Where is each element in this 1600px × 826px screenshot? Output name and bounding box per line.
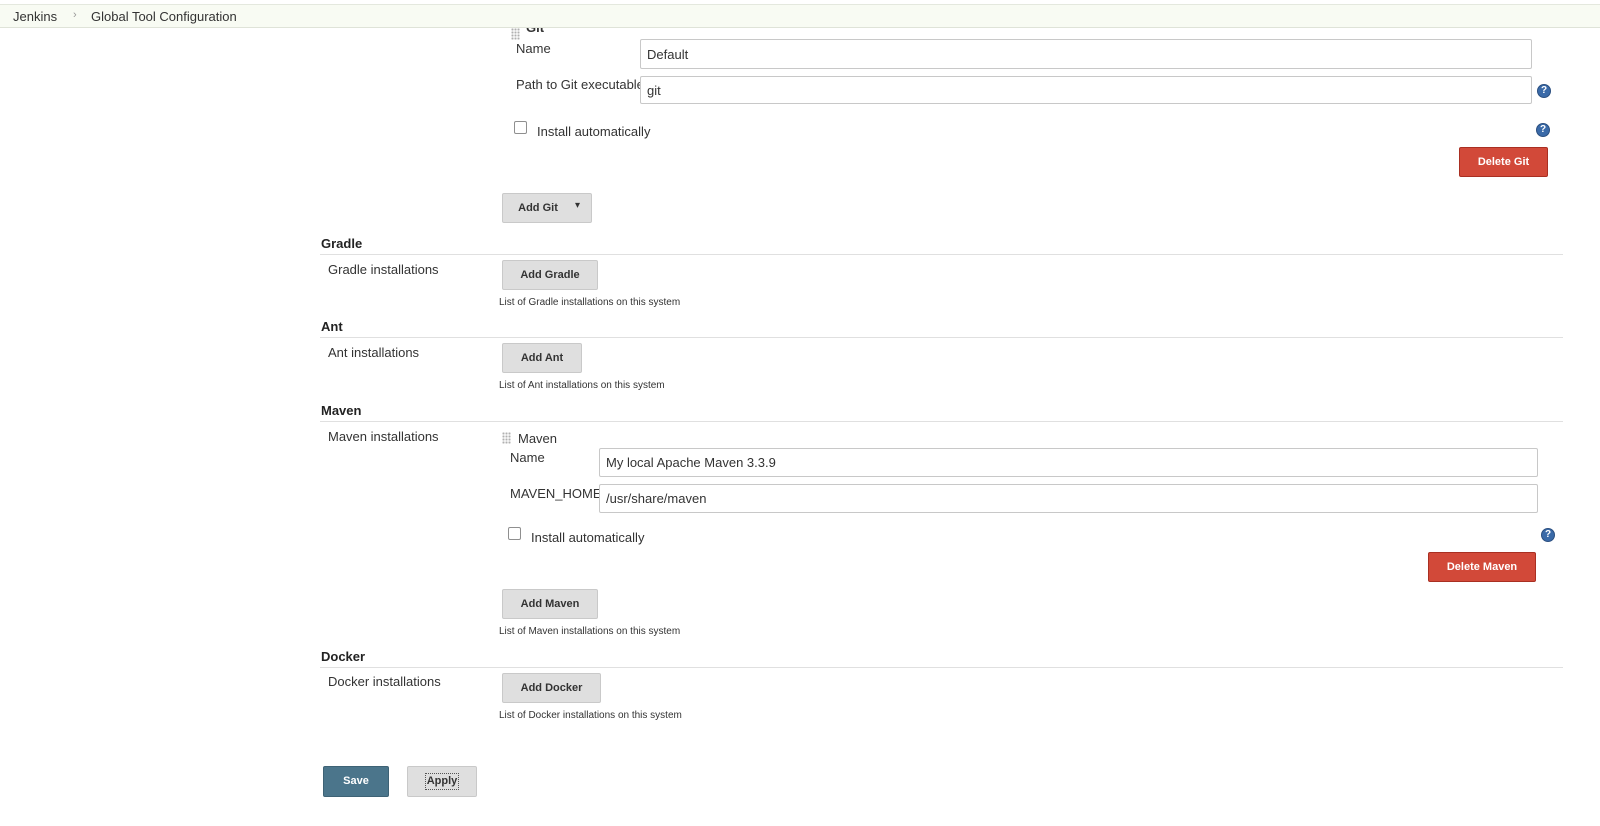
maven-section-title: Maven [321,403,362,418]
add-gradle-button[interactable]: Add Gradle [502,260,598,290]
breadcrumb-separator-icon: › [73,9,77,21]
maven-home-input[interactable] [599,484,1538,513]
breadcrumb: Jenkins › Global Tool Configuration [0,4,1600,28]
ant-installations-label: Ant installations [328,345,420,360]
gradle-description: List of Gradle installations on this sys… [499,297,681,308]
maven-description: List of Maven installations on this syst… [499,626,681,637]
save-button[interactable]: Save [323,766,389,797]
maven-item-header: Maven [518,431,558,446]
git-name-input[interactable] [640,39,1532,69]
breadcrumb-current-page[interactable]: Global Tool Configuration [91,9,237,24]
maven-install-checkbox[interactable] [508,527,521,540]
git-install-label: Install automatically [537,124,651,139]
apply-button-label: Apply [424,773,460,790]
delete-maven-button[interactable]: Delete Maven [1428,552,1536,582]
breadcrumb-jenkins-link[interactable]: Jenkins [13,9,57,24]
ant-description: List of Ant installations on this system [499,380,665,391]
drag-handle-icon[interactable] [511,28,520,40]
maven-divider [320,421,1563,422]
docker-section-title: Docker [321,649,366,664]
gradle-divider [320,254,1563,255]
ant-divider [320,337,1563,338]
apply-button[interactable]: Apply [407,766,477,797]
add-git-dropdown-icon[interactable]: ▾ [575,200,580,211]
add-ant-button[interactable]: Add Ant [502,343,582,373]
docker-installations-label: Docker installations [328,674,441,689]
maven-name-input[interactable] [599,448,1538,477]
maven-install-help-icon[interactable]: ? [1541,528,1555,542]
ant-section-title: Ant [321,319,343,334]
gradle-installations-label: Gradle installations [328,262,439,277]
docker-description: List of Docker installations on this sys… [499,710,682,721]
maven-name-label: Name [510,450,545,465]
git-path-help-icon[interactable]: ? [1537,84,1551,98]
maven-install-label: Install automatically [531,530,645,545]
git-path-input[interactable] [640,76,1532,104]
docker-divider [320,667,1563,668]
drag-handle-icon[interactable] [502,432,511,444]
maven-installations-label: Maven installations [328,429,439,444]
maven-home-label: MAVEN_HOME [510,486,602,501]
git-install-checkbox[interactable] [514,121,527,134]
add-maven-button[interactable]: Add Maven [502,589,598,619]
git-name-label: Name [516,41,551,56]
delete-git-button[interactable]: Delete Git [1459,147,1548,177]
gradle-section-title: Gradle [321,236,363,251]
git-install-help-icon[interactable]: ? [1536,123,1550,137]
git-path-label: Path to Git executable [516,77,644,92]
add-docker-button[interactable]: Add Docker [502,673,601,703]
